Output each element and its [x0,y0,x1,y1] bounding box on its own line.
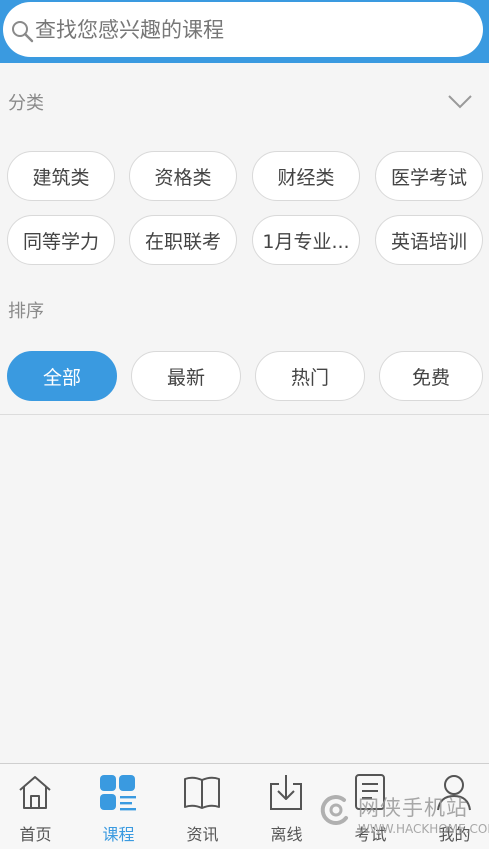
watermark-logo-icon [320,795,348,826]
download-icon [270,775,302,810]
category-chip-english[interactable]: 英语培训 [375,215,483,265]
category-chip-architecture[interactable]: 建筑类 [7,151,115,201]
sort-chip-popular[interactable]: 热门 [255,351,365,401]
category-chip-joint-exam[interactable]: 在职联考 [129,215,237,265]
divider [0,414,489,415]
tab-offline-label: 离线 [270,825,303,844]
category-chip-qualification[interactable]: 资格类 [129,151,237,201]
chevron-down-icon[interactable] [446,91,474,111]
sort-chip-free[interactable]: 免费 [379,351,483,401]
course-grid-icon [100,775,136,811]
category-chip-equivalent-degree[interactable]: 同等学力 [7,215,115,265]
book-icon [184,776,220,809]
watermark-url: WWW.HACKHOME.COM [358,822,489,836]
tab-news-label: 资讯 [186,825,219,844]
category-chip-medical[interactable]: 医学考试 [375,151,483,201]
watermark-title: 网侠手机站 [358,796,468,820]
tab-home-label: 首页 [19,825,52,844]
search-box[interactable] [3,2,483,57]
tab-course-label: 课程 [102,825,135,844]
watermark: 网侠手机站 WWW.HACKHOME.COM [318,782,489,844]
sort-label: 排序 [8,301,44,322]
tab-offline[interactable]: 离线 [246,764,327,849]
search-icon [12,21,34,43]
sort-chip-all[interactable]: 全部 [7,351,117,401]
tab-home[interactable]: 首页 [0,764,76,849]
tab-news[interactable]: 资讯 [162,764,243,849]
category-chip-january-major[interactable]: 1月专业... [252,215,360,265]
home-icon [19,776,51,809]
category-label: 分类 [8,93,44,114]
top-bar [0,0,489,63]
sort-chip-newest[interactable]: 最新 [131,351,241,401]
category-chip-finance[interactable]: 财经类 [252,151,360,201]
search-input[interactable] [35,12,465,48]
tab-course[interactable]: 课程 [78,764,159,849]
